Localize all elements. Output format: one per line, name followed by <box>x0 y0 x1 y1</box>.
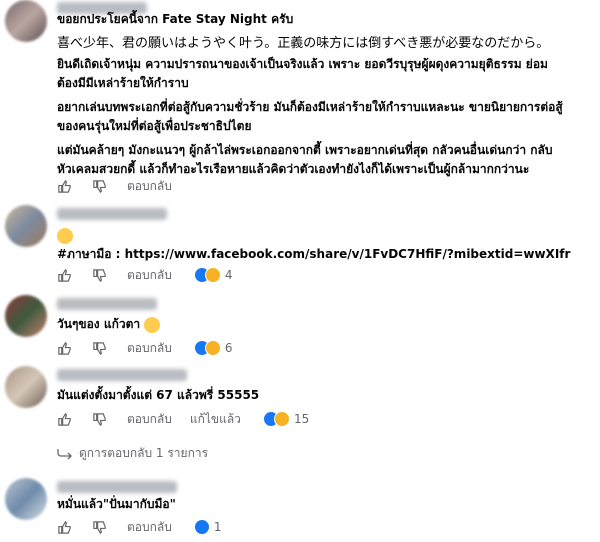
avatar[interactable] <box>5 366 47 408</box>
comment: มันแต่งตั้งมาตั้งแต่ 67 แล้วพรี่ 55555 ต… <box>0 366 600 461</box>
reaction-summary[interactable]: 15 <box>262 411 310 427</box>
edited-label: แก้ไขแล้ว <box>189 411 241 426</box>
avatar[interactable] <box>5 295 47 337</box>
author-name[interactable] <box>57 208 167 220</box>
comment-text: วันๆของ แก้วตา <box>57 317 141 331</box>
like-icon[interactable] <box>57 341 72 356</box>
reply-button[interactable]: ตอบกลับ <box>127 266 172 285</box>
comment-text: ขอยกประโยคนี้จาก Fate Stay Night ครับ <box>57 12 294 26</box>
comment-text: ยินดีเถิดเจ้าหนุ่ม ความปรารถนาของเจ้าเป็… <box>57 57 548 71</box>
dislike-icon[interactable] <box>92 412 107 427</box>
avatar[interactable] <box>5 478 47 520</box>
dislike-icon[interactable] <box>92 268 107 283</box>
comment-text: แต่มันคล้ายๆ มังกะแนวๆ ผู้กล้าไล่พระเอกอ… <box>57 143 553 157</box>
comment-link[interactable]: #ภาษามือ : https://www.facebook.com/shar… <box>57 245 570 264</box>
like-icon[interactable] <box>57 412 72 427</box>
comment-text: อยากเล่นบทพระเอกที่ต่อสู้กับความชั่วร้าย… <box>57 100 563 114</box>
avatar[interactable] <box>5 0 47 42</box>
reply-button[interactable]: ตอบกลับ <box>127 339 172 358</box>
comment-actions: ตอบกลับ แก้ไขแล้ว 15 <box>57 410 309 428</box>
comment: ขอยกประโยคนี้จาก Fate Stay Night ครับ 喜べ… <box>0 0 600 200</box>
reaction-summary[interactable]: 4 <box>193 267 233 283</box>
comment-text: ต้องมีมีเหล่าร้ายให้กำราบ <box>57 76 189 90</box>
haha-reaction-icon <box>204 340 221 356</box>
reply-button[interactable]: ตอบกลับ <box>127 177 172 196</box>
like-icon[interactable] <box>57 179 72 194</box>
comment-text: ของคนรุ่นใหม่ที่ต่อสู้เพื่อประชาธิปไตย <box>57 119 252 133</box>
reaction-count: 15 <box>293 412 310 426</box>
reaction-summary[interactable]: 1 <box>193 519 222 535</box>
reply-button[interactable]: ตอบกลับ <box>127 518 172 537</box>
comment-actions: ตอบกลับ 4 <box>57 266 233 284</box>
comment: วันๆของ แก้วตา ตอบกลับ 6 <box>0 295 600 360</box>
author-name[interactable] <box>57 369 187 381</box>
dislike-icon[interactable] <box>92 341 107 356</box>
comment-actions: ตอบกลับ <box>57 177 190 195</box>
reaction-count: 6 <box>224 341 233 355</box>
author-name[interactable] <box>57 481 177 493</box>
view-replies-button[interactable]: ดูการตอบกลับ 1 รายการ <box>57 444 208 463</box>
like-icon[interactable] <box>57 520 72 535</box>
reaction-count: 4 <box>224 268 233 282</box>
comment: หมั่นแล้ว"ปั่นมากับมือ" ตอบกลับ 1 <box>0 478 600 542</box>
dislike-icon[interactable] <box>92 520 107 535</box>
comment-actions: ตอบกลับ 6 <box>57 339 233 357</box>
reply-arrow-icon <box>57 448 72 459</box>
author-name[interactable] <box>57 298 157 310</box>
laughing-emoji-icon <box>144 317 160 333</box>
comment-text: 喜べ少年、君の願いはようやく叶う。正義の味方には倒すべき悪が必要なのだから。 <box>57 36 550 51</box>
reaction-count: 1 <box>213 520 222 534</box>
reply-button[interactable]: ตอบกลับ <box>127 410 172 429</box>
comment-text: มันแต่งตั้งมาตั้งแต่ 67 แล้วพรี่ 55555 <box>57 388 260 402</box>
reaction-summary[interactable]: 6 <box>193 340 233 356</box>
avatar[interactable] <box>5 205 47 247</box>
comment-text: หมั่นแล้ว"ปั่นมากับมือ" <box>57 497 176 511</box>
like-icon[interactable] <box>57 268 72 283</box>
view-replies-label[interactable]: ดูการตอบกลับ 1 รายการ <box>79 444 208 463</box>
dislike-icon[interactable] <box>92 179 107 194</box>
like-reaction-icon <box>193 519 210 535</box>
haha-reaction-icon <box>273 411 290 427</box>
comment: #ภาษามือ : https://www.facebook.com/shar… <box>0 205 600 285</box>
haha-reaction-icon <box>204 267 221 283</box>
comment-actions: ตอบกลับ 1 <box>57 518 222 536</box>
emoji-icon <box>57 228 73 244</box>
